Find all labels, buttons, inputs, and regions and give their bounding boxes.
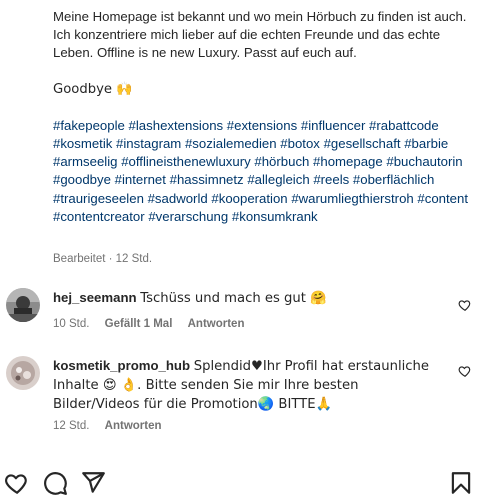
comment-username[interactable]: hej_seemann <box>53 290 137 305</box>
heart-outline-icon[interactable] <box>458 298 472 312</box>
hashtag-link[interactable]: #hörbuch <box>254 154 309 169</box>
hashtag-link[interactable]: #content <box>417 191 468 206</box>
caption-meta: Bearbeitet · 12 Std. <box>53 253 153 265</box>
avatar[interactable] <box>6 356 40 390</box>
hashtag-link[interactable]: #gesellschaft <box>324 136 401 151</box>
reply-button[interactable]: Antworten <box>188 318 245 330</box>
hashtag-link[interactable]: #kooperation <box>211 191 287 206</box>
comment-item: hej_seemann Tschüss und mach es gut 🤗 10… <box>0 280 484 340</box>
hashtag-link[interactable]: #fakepeople <box>53 118 125 133</box>
hashtag-list: #fakepeople #lashextensions #extensions … <box>53 117 473 226</box>
hashtag-link[interactable]: #influencer <box>301 118 366 133</box>
hashtag-link[interactable]: #offlineisthenewluxury <box>121 154 251 169</box>
hashtag-link[interactable]: #konsumkrank <box>232 209 318 224</box>
hashtag-link[interactable]: #buchautorin <box>386 154 462 169</box>
caption-goodbye: Goodbye 🙌 <box>53 81 133 97</box>
hashtag-link[interactable]: #warumliegthierstroh <box>291 191 413 206</box>
comment-meta: 12 Std. Antworten <box>53 420 174 432</box>
comment-time[interactable]: 10 Std. <box>53 318 89 330</box>
post-caption: Meine Homepage ist bekannt und wo mein H… <box>53 8 473 226</box>
hashtag-link[interactable]: #kosmetik <box>53 136 112 151</box>
hashtag-link[interactable]: #hassimnetz <box>170 172 244 187</box>
caption-paragraph: Meine Homepage ist bekannt und wo mein H… <box>53 9 467 61</box>
hashtag-link[interactable]: #instagram <box>116 136 181 151</box>
hashtag-link[interactable]: #barbie <box>404 136 448 151</box>
comment-likes[interactable]: Gefällt 1 Mal <box>105 318 173 330</box>
hashtag-link[interactable]: #armseelig <box>53 154 118 169</box>
hashtag-link[interactable]: #internet <box>115 172 166 187</box>
hashtag-link[interactable]: #verarschung <box>148 209 228 224</box>
hashtag-link[interactable]: #contentcreator <box>53 209 145 224</box>
comment-meta: 10 Std. Gefällt 1 Mal Antworten <box>53 318 256 330</box>
hashtag-link[interactable]: #goodbye <box>53 172 111 187</box>
heart-outline-icon[interactable] <box>458 364 472 378</box>
comment-body: hej_seemann Tschüss und mach es gut 🤗 <box>53 289 433 308</box>
hashtag-link[interactable]: #reels <box>313 172 349 187</box>
hashtag-link[interactable]: #homepage <box>313 154 383 169</box>
avatar[interactable] <box>6 288 40 322</box>
comment-text: Tschüss und mach es gut 🤗 <box>140 291 327 306</box>
hashtag-link[interactable]: #traurigeseelen <box>53 191 144 206</box>
comment-time[interactable]: 12 Std. <box>53 420 89 432</box>
hashtag-link[interactable]: #botox <box>280 136 320 151</box>
hashtag-link[interactable]: #lashextensions <box>129 118 224 133</box>
comment-icon[interactable] <box>42 470 68 496</box>
comment-body: kosmetik_promo_hub Splendid♥Ihr Profil h… <box>53 357 433 415</box>
reply-button[interactable]: Antworten <box>105 420 162 432</box>
hashtag-link[interactable]: #extensions <box>227 118 297 133</box>
hashtag-link[interactable]: #sadworld <box>148 191 208 206</box>
hashtag-link[interactable]: #oberflächlich <box>353 172 434 187</box>
post-action-bar <box>0 458 484 503</box>
comment-username[interactable]: kosmetik_promo_hub <box>53 358 190 373</box>
hashtag-link[interactable]: #sozialemedien <box>185 136 277 151</box>
hashtag-link[interactable]: #rabattcode <box>369 118 439 133</box>
bookmark-icon[interactable] <box>448 470 474 496</box>
heart-icon[interactable] <box>4 470 30 496</box>
comment-item: kosmetik_promo_hub Splendid♥Ihr Profil h… <box>0 350 484 440</box>
send-icon[interactable] <box>80 470 106 496</box>
hashtag-link[interactable]: #allegleich <box>247 172 309 187</box>
